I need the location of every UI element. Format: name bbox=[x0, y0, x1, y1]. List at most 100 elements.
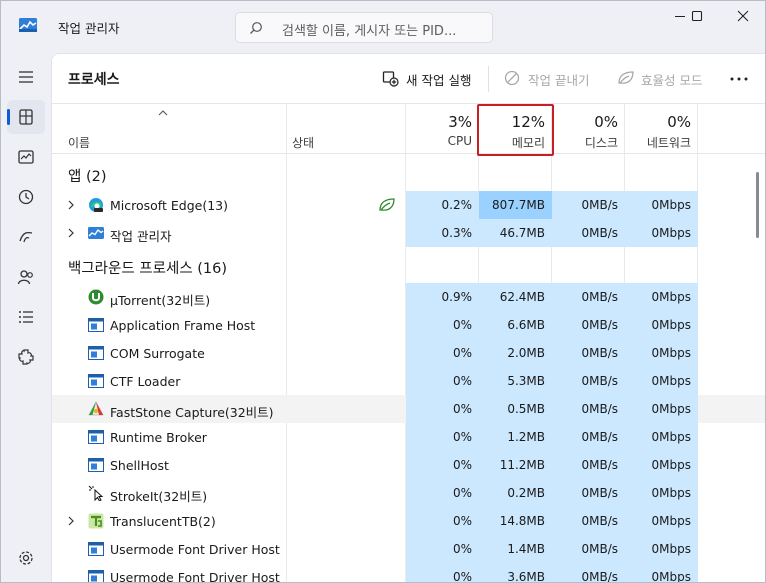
process-name: CTF Loader bbox=[110, 374, 181, 389]
process-name: Usermode Font Driver Host bbox=[110, 570, 280, 583]
app-title: 작업 관리자 bbox=[58, 21, 120, 36]
process-name: Application Frame Host bbox=[110, 318, 256, 333]
sort-ascending-icon[interactable] bbox=[158, 110, 168, 116]
process-row[interactable]: Runtime Broker 0% 1.2MB 0MB/s 0Mbps bbox=[52, 423, 765, 451]
process-row[interactable]: µTorrent(32비트) 0.9% 62.4MB 0MB/s 0Mbps bbox=[52, 283, 765, 311]
memory-cell: 11.2MB bbox=[479, 451, 552, 479]
nav-startup-apps[interactable] bbox=[7, 220, 45, 254]
processes-pane: 프로세스 새 작업 실행 작업 끝내기 효율성 모드 이름 상태 3% CPU … bbox=[51, 53, 765, 583]
group-title-background: 백그라운드 프로세스 (16) bbox=[68, 261, 228, 277]
memory-cell: 0.5MB bbox=[479, 395, 552, 423]
nav-details[interactable] bbox=[7, 300, 45, 334]
process-name: 작업 관리자 bbox=[110, 229, 172, 244]
group-heat-fill bbox=[479, 247, 552, 283]
run-new-task-button[interactable]: 새 작업 실행 bbox=[382, 69, 482, 89]
process-name: StrokeIt(32비트) bbox=[110, 489, 208, 504]
group-heat-fill bbox=[552, 247, 625, 283]
title-bar: 작업 관리자 검색할 이름, 게시자 또는 PID... bbox=[1, 1, 765, 53]
end-task-icon bbox=[504, 70, 520, 86]
nav-performance[interactable] bbox=[7, 140, 45, 174]
task-manager-icon bbox=[88, 225, 104, 241]
column-header-cpu[interactable]: 3% CPU bbox=[406, 104, 479, 154]
chevron-right-icon[interactable] bbox=[68, 228, 74, 238]
maximize-icon bbox=[691, 10, 703, 22]
process-row[interactable]: Microsoft Edge(13) 0.2% 807.7MB 0MB/s 0Mbps bbox=[52, 191, 765, 219]
process-row[interactable]: Usermode Font Driver Host 0% 1.4MB 0MB/s 0Mb… bbox=[52, 535, 765, 563]
process-row[interactable]: ShellHost 0% 11.2MB 0MB/s 0Mbps bbox=[52, 451, 765, 479]
memory-cell: 807.7MB bbox=[479, 191, 552, 219]
search-icon bbox=[250, 22, 262, 34]
memory-cell: 5.3MB bbox=[479, 367, 552, 395]
column-header-disk[interactable]: 0% 디스크 bbox=[552, 104, 625, 154]
network-cell: 0Mbps bbox=[625, 563, 698, 582]
process-name: TranslucentTB(2) bbox=[110, 514, 216, 529]
process-row[interactable]: COM Surrogate 0% 2.0MB 0MB/s 0Mbps bbox=[52, 339, 765, 367]
column-header-network[interactable]: 0% 네트워크 bbox=[625, 104, 698, 154]
process-list: 앱 (2) Microsoft Edge(13) 0.2% 807.7MB 0MB/s… bbox=[52, 155, 765, 583]
window-icon bbox=[88, 373, 104, 389]
cpu-cell: 0% bbox=[406, 339, 479, 367]
nav-settings[interactable] bbox=[7, 541, 45, 575]
memory-cell: 46.7MB bbox=[479, 219, 552, 247]
column-header-status[interactable]: 상태 bbox=[292, 134, 314, 151]
window-icon bbox=[88, 457, 104, 473]
group-header-apps[interactable]: 앱 (2) bbox=[52, 155, 765, 191]
search-input[interactable]: 검색할 이름, 게시자 또는 PID... bbox=[235, 12, 493, 43]
process-name: Microsoft Edge(13) bbox=[110, 198, 228, 213]
process-row[interactable]: TranslucentTB(2) 0% 14.8MB 0MB/s 0Mbps bbox=[52, 507, 765, 535]
network-cell: 0Mbps bbox=[625, 339, 698, 367]
network-label: 네트워크 bbox=[646, 136, 691, 150]
group-title-apps: 앱 (2) bbox=[68, 169, 107, 185]
menu-button[interactable] bbox=[7, 60, 45, 94]
more-options-icon[interactable] bbox=[730, 77, 748, 81]
network-cell: 0Mbps bbox=[625, 507, 698, 535]
nav-services[interactable] bbox=[7, 340, 45, 374]
cpu-label: CPU bbox=[447, 134, 472, 148]
group-heat-fill bbox=[625, 247, 698, 283]
users-icon bbox=[17, 270, 33, 285]
chevron-right-icon[interactable] bbox=[68, 200, 74, 210]
memory-cell: 1.2MB bbox=[479, 423, 552, 451]
close-button[interactable] bbox=[720, 1, 765, 33]
disk-cell: 0MB/s bbox=[552, 451, 625, 479]
process-row[interactable]: Usermode Font Driver Host 0% 3.6MB 0MB/s 0Mb… bbox=[52, 563, 765, 583]
memory-cell: 6.6MB bbox=[479, 311, 552, 339]
cpu-cell: 0.2% bbox=[406, 191, 479, 219]
group-header-background[interactable]: 백그라운드 프로세스 (16) bbox=[52, 247, 765, 283]
process-name: Runtime Broker bbox=[110, 430, 207, 445]
end-task-button[interactable]: 작업 끝내기 bbox=[504, 69, 604, 89]
vertical-scrollbar[interactable] bbox=[756, 172, 759, 238]
nav-app-history[interactable] bbox=[7, 180, 45, 214]
maximize-button[interactable] bbox=[674, 1, 720, 33]
efficiency-leaf-icon bbox=[379, 198, 395, 211]
window-icon bbox=[88, 569, 104, 582]
history-icon bbox=[18, 189, 34, 205]
process-name: FastStone Capture(32비트) bbox=[110, 405, 274, 420]
disk-cell: 0MB/s bbox=[552, 367, 625, 395]
window-icon bbox=[88, 345, 104, 361]
page-title: 프로세스 bbox=[68, 72, 120, 88]
disk-cell: 0MB/s bbox=[552, 283, 625, 311]
window-icon bbox=[88, 317, 104, 333]
process-row[interactable]: 작업 관리자 0.3% 46.7MB 0MB/s 0Mbps bbox=[52, 219, 765, 247]
process-row[interactable]: StrokeIt(32비트) 0% 0.2MB 0MB/s 0Mbps bbox=[52, 479, 765, 507]
edge-icon bbox=[88, 197, 104, 213]
efficiency-mode-button[interactable]: 효율성 모드 bbox=[617, 69, 727, 89]
network-cell: 0Mbps bbox=[625, 283, 698, 311]
process-row[interactable]: Application Frame Host 0% 6.6MB 0MB/s 0Mbps bbox=[52, 311, 765, 339]
chevron-right-icon[interactable] bbox=[68, 516, 74, 526]
cpu-cell: 0% bbox=[406, 311, 479, 339]
cpu-cell: 0% bbox=[406, 451, 479, 479]
nav-processes[interactable] bbox=[7, 100, 45, 134]
process-row[interactable]: CTF Loader 0% 5.3MB 0MB/s 0Mbps bbox=[52, 367, 765, 395]
column-header-name[interactable]: 이름 bbox=[68, 134, 90, 151]
startup-icon bbox=[19, 231, 33, 243]
toolbar: 프로세스 새 작업 실행 작업 끝내기 효율성 모드 bbox=[52, 54, 765, 104]
details-icon bbox=[19, 311, 33, 323]
process-row[interactable]: FastStone Capture(32비트) 0% 0.5MB 0MB/s 0Mbps bbox=[52, 395, 765, 423]
services-icon bbox=[18, 349, 34, 365]
network-cell: 0Mbps bbox=[625, 191, 698, 219]
cpu-cell: 0% bbox=[406, 479, 479, 507]
gear-icon bbox=[19, 551, 33, 565]
nav-users[interactable] bbox=[7, 260, 45, 294]
